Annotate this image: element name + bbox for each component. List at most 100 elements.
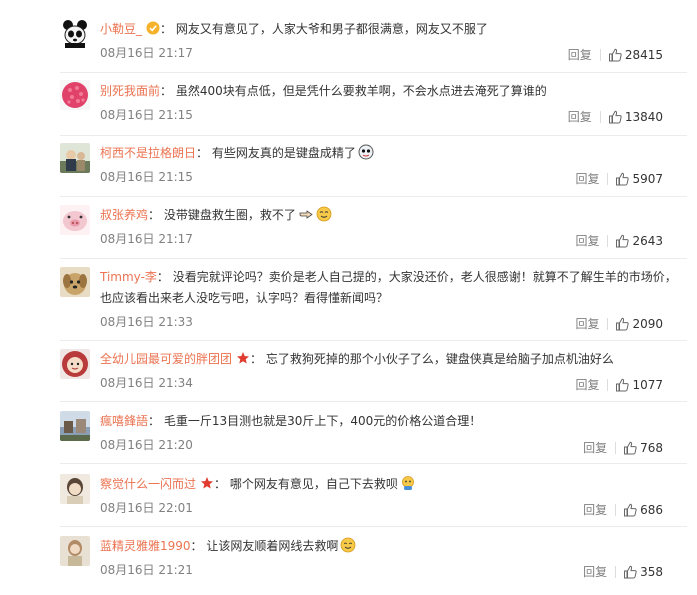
thumbs-up-icon (616, 234, 630, 248)
colon: ： (160, 22, 173, 36)
comment-text: 忘了救狗死掉的那个小伙子了么，键盘侠真是给脑子加点机油好么 (265, 352, 614, 366)
username[interactable]: 瘋嘻鋒語 (100, 414, 148, 428)
thumbs-up-icon (624, 503, 637, 517)
like-count: 358 (640, 565, 663, 579)
star-badge-icon (200, 476, 214, 490)
divider (599, 49, 601, 61)
avatar[interactable] (60, 411, 90, 441)
like-button[interactable]: 1077 (615, 377, 663, 393)
like-count: 1077 (632, 378, 663, 392)
comment-list: 小勒豆_ ： 网友又有意见了，人家大爷和男子都很满意，网友又不服了 08月16日 … (0, 0, 697, 595)
username[interactable]: 蓝精灵雅雅1990 (100, 539, 191, 553)
colon: ： (148, 414, 161, 428)
timestamp: 08月16日 21:15 (100, 170, 193, 184)
username[interactable]: 察觉什么一闪而过 (100, 477, 196, 491)
avatar[interactable] (60, 205, 90, 235)
smiling-face-icon (316, 206, 332, 222)
verified-badge-icon (146, 21, 160, 35)
divider (607, 379, 609, 391)
reply-button[interactable]: 回复 (583, 440, 607, 456)
timestamp: 08月16日 21:20 (100, 438, 193, 452)
like-button[interactable]: 768 (623, 440, 663, 456)
divider (599, 111, 601, 123)
like-count: 28415 (624, 48, 663, 62)
comment-text: 网友又有意见了，人家大爷和男子都很满意，网友又不服了 (175, 22, 488, 36)
pointing-hand-icon (298, 206, 314, 222)
reply-button[interactable]: 回复 (575, 377, 599, 393)
divider (60, 72, 687, 73)
comment-text: 哪个网友有意见，自己下去救呗 (229, 477, 398, 491)
like-button[interactable]: 13840 (608, 109, 663, 125)
avatar[interactable] (60, 18, 90, 48)
comment-text: 让该网友顺着网线去救啊 (206, 539, 339, 553)
colon: ： (250, 352, 263, 366)
reply-button[interactable]: 回复 (575, 171, 599, 187)
like-button[interactable]: 2090 (615, 316, 663, 332)
like-count: 5907 (632, 172, 663, 186)
thumbs-up-icon (616, 378, 630, 392)
reply-button[interactable]: 回复 (568, 109, 592, 125)
emoji-face-icon (400, 475, 416, 491)
divider (615, 442, 617, 454)
avatar[interactable] (60, 267, 90, 297)
divider (60, 340, 687, 341)
like-count: 768 (640, 441, 663, 455)
reply-button[interactable]: 回复 (575, 316, 599, 332)
thumbs-up-icon (624, 565, 637, 579)
avatar[interactable] (60, 143, 90, 173)
divider (60, 401, 687, 402)
thumbs-up-icon (624, 441, 637, 455)
colon: ： (196, 146, 209, 160)
colon: ： (148, 208, 161, 222)
divider (615, 504, 617, 516)
divider (607, 318, 609, 330)
like-count: 2643 (632, 234, 663, 248)
divider (607, 173, 609, 185)
timestamp: 08月16日 21:33 (100, 315, 193, 329)
timestamp: 08月16日 21:34 (100, 376, 193, 390)
divider (615, 566, 617, 578)
avatar[interactable] (60, 80, 90, 110)
divider (60, 463, 687, 464)
reply-button[interactable]: 回复 (583, 564, 607, 580)
timestamp: 08月16日 21:17 (100, 46, 193, 60)
emoji-face-icon (358, 144, 374, 160)
like-button[interactable]: 5907 (615, 171, 663, 187)
like-button[interactable]: 686 (623, 502, 663, 518)
avatar[interactable] (60, 536, 90, 566)
like-button[interactable]: 28415 (608, 47, 663, 63)
divider (60, 526, 687, 527)
colon: ： (160, 84, 173, 98)
timestamp: 08月16日 22:01 (100, 501, 193, 515)
comment-text: 没看完就评论吗？卖价是老人自己提的，大家没还价，老人很感谢！就算不了解生羊的市场… (100, 270, 677, 305)
username[interactable]: 全幼儿园最可爱的胖团团 (100, 352, 232, 366)
username[interactable]: 叔张养鸡 (100, 208, 148, 222)
thumbs-up-icon (616, 317, 630, 331)
like-button[interactable]: 2643 (615, 233, 663, 249)
like-count: 686 (640, 503, 663, 517)
username[interactable]: Timmy-李 (100, 270, 157, 284)
username[interactable]: 别死我面前 (100, 84, 160, 98)
like-button[interactable]: 358 (623, 564, 663, 580)
reply-button[interactable]: 回复 (575, 233, 599, 249)
thumbs-up-icon (608, 110, 622, 124)
divider (60, 196, 687, 197)
like-count: 2090 (632, 317, 663, 331)
comment-text: 虽然400块有点低，但是凭什么要救羊啊，不会水点进去淹死了算谁的 (175, 84, 547, 98)
avatar[interactable] (60, 349, 90, 379)
username[interactable]: 小勒豆_ (100, 22, 142, 36)
smiling-face-icon (340, 537, 356, 553)
avatar[interactable] (60, 474, 90, 504)
divider (60, 258, 687, 259)
reply-button[interactable]: 回复 (568, 47, 592, 63)
reply-button[interactable]: 回复 (583, 502, 607, 518)
thumbs-up-icon (608, 48, 622, 62)
divider (607, 235, 609, 247)
thumbs-up-icon (616, 172, 630, 186)
comment-text: 有些网友真的是键盘成精了 (211, 146, 356, 160)
timestamp: 08月16日 21:15 (100, 108, 193, 122)
divider (60, 135, 687, 136)
star-badge-icon (236, 351, 250, 365)
colon: ： (214, 477, 227, 491)
username[interactable]: 柯西不是拉格朗日 (100, 146, 196, 160)
